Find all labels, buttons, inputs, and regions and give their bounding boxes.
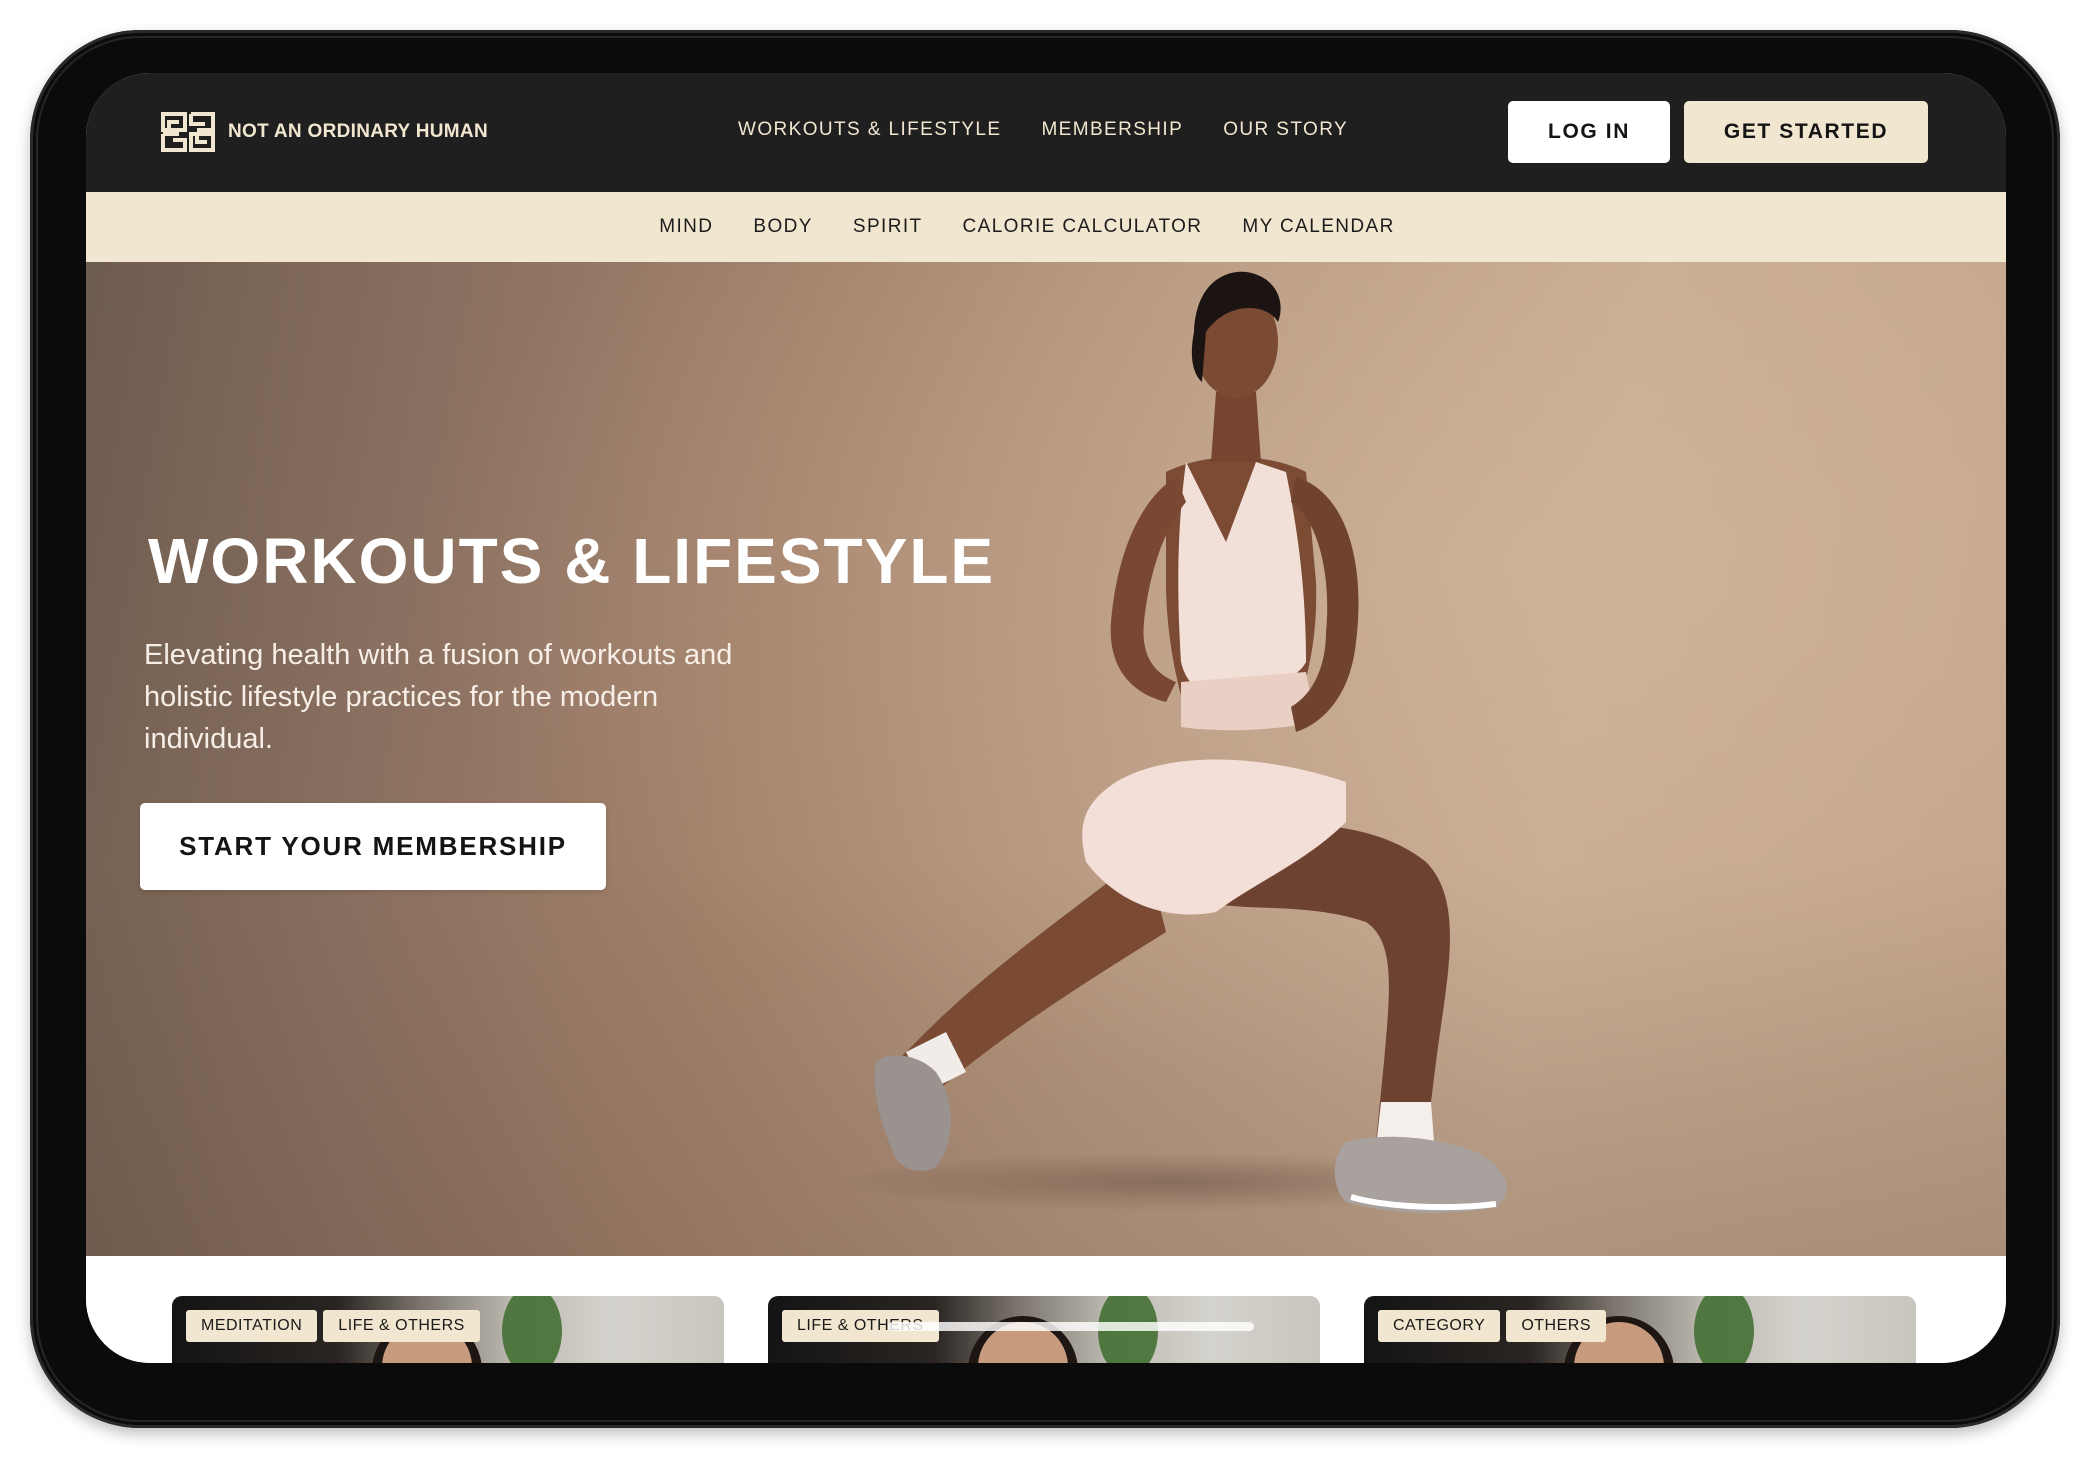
nav-link-our-story[interactable]: OUR STORY [1223, 119, 1348, 141]
athlete-neck [1211, 392, 1261, 462]
brand-name: NOT AN ORDINARY HUMAN [228, 121, 488, 142]
home-indicator-bar[interactable] [888, 1322, 1254, 1331]
content-card[interactable]: CATEGORY OTHERS [1364, 1296, 1916, 1363]
login-button[interactable]: LOG IN [1508, 101, 1670, 163]
tablet-device-frame: NOT AN ORDINARY HUMAN WORKOUTS & LIFESTY… [30, 30, 2060, 1428]
tag-chip[interactable]: MEDITATION [186, 1310, 318, 1342]
subnav-link-calorie-calculator[interactable]: CALORIE CALCULATOR [963, 216, 1203, 238]
card-plant-leaf [502, 1296, 562, 1363]
tag-chip[interactable]: OTHERS [1506, 1310, 1606, 1342]
card-tags: MEDITATION LIFE & OTHERS [186, 1310, 480, 1342]
hero-section: WORKOUTS & LIFESTYLE Elevating health wi… [86, 262, 2006, 1256]
card-tags: CATEGORY OTHERS [1378, 1310, 1606, 1342]
subnav-link-my-calendar[interactable]: MY CALENDAR [1242, 216, 1394, 238]
top-navigation-bar: NOT AN ORDINARY HUMAN WORKOUTS & LIFESTY… [86, 73, 2006, 192]
get-started-button[interactable]: GET STARTED [1684, 101, 1928, 163]
subnav-link-mind[interactable]: MIND [659, 216, 713, 238]
tablet-screen: NOT AN ORDINARY HUMAN WORKOUTS & LIFESTY… [86, 73, 2006, 1363]
hero-subtitle: Elevating health with a fusion of workou… [144, 639, 733, 755]
card-plant-leaf [1694, 1296, 1754, 1363]
secondary-navigation-bar: MIND BODY SPIRIT CALORIE CALCULATOR MY C… [86, 192, 2006, 262]
hero-athlete-image [874, 271, 1507, 1214]
nav-link-membership[interactable]: MEMBERSHIP [1041, 119, 1183, 141]
tag-chip[interactable]: CATEGORY [1378, 1310, 1501, 1342]
content-cards-row: MEDITATION LIFE & OTHERS LIFE & OTHERS C… [86, 1256, 2006, 1363]
start-membership-button[interactable]: START YOUR MEMBERSHIP [140, 803, 606, 890]
brand-logo[interactable]: NOT AN ORDINARY HUMAN [160, 111, 488, 153]
nav-link-workouts-lifestyle[interactable]: WORKOUTS & LIFESTYLE [738, 119, 1001, 141]
interlocking-squares-logo-icon [161, 112, 215, 152]
subnav-link-spirit[interactable]: SPIRIT [853, 216, 923, 238]
main-nav-links: WORKOUTS & LIFESTYLE MEMBERSHIP OUR STOR… [738, 119, 1348, 141]
tag-chip[interactable]: LIFE & OTHERS [323, 1310, 480, 1342]
content-card[interactable]: MEDITATION LIFE & OTHERS [172, 1296, 724, 1363]
subnav-link-body[interactable]: BODY [753, 216, 812, 238]
hero-title: WORKOUTS & LIFESTYLE [148, 525, 996, 597]
